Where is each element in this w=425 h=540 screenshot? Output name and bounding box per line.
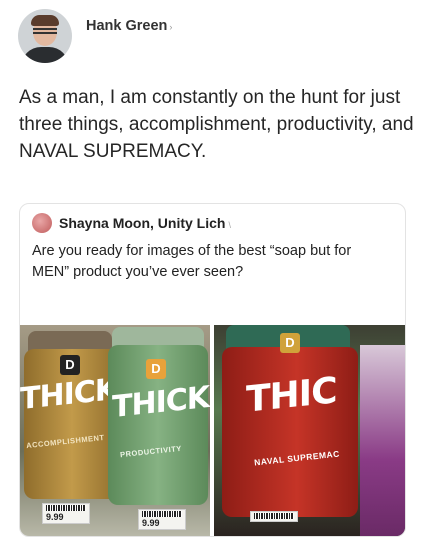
product-photo-left[interactable]: D THICK ACCOMPLISHMENT D THICK PRODUCTIV… xyxy=(20,325,210,536)
quoted-author-row: Shayna Moon, Unity Lich \ xyxy=(59,215,231,231)
quoted-avatar[interactable] xyxy=(32,213,52,233)
post-text: As a man, I am constantly on the hunt fo… xyxy=(19,87,414,162)
verified-icon: \ xyxy=(228,220,231,230)
price-tag-1: 9.99 xyxy=(42,503,90,524)
author-name-row[interactable]: Hank Green › xyxy=(86,18,172,34)
price-tag-3 xyxy=(250,511,298,522)
verified-icon: › xyxy=(169,22,173,32)
brand-logo-icon: D xyxy=(146,359,166,379)
quoted-text: Are you ready for images of the best “so… xyxy=(32,243,352,280)
jar-naval-supremacy xyxy=(222,347,358,517)
shelf-merchandise xyxy=(360,345,405,536)
brand-logo-icon: D xyxy=(60,355,80,375)
brand-logo-icon: D xyxy=(280,333,300,353)
product-photo-right[interactable]: D THIC NAVAL SUPREMAC xyxy=(214,325,405,536)
post-header: Hank Green › xyxy=(18,8,172,64)
author-name[interactable]: Hank Green xyxy=(86,18,167,34)
price-tag-2: 9.99 xyxy=(138,509,186,530)
quoted-header: Shayna Moon, Unity Lich \ xyxy=(32,213,231,233)
quoted-author-name[interactable]: Shayna Moon, Unity Lich xyxy=(59,215,225,231)
author-avatar[interactable] xyxy=(18,9,72,63)
quoted-post[interactable]: Shayna Moon, Unity Lich \ Are you ready f… xyxy=(19,203,406,537)
